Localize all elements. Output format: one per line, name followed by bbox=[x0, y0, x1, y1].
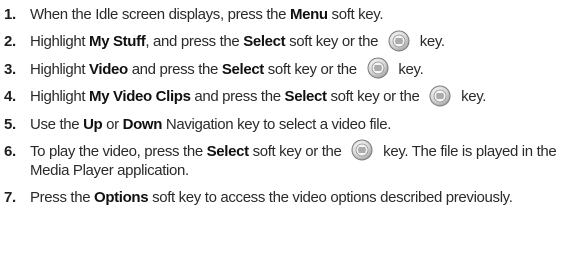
step-item: 3. Highlight Video and press the Select s… bbox=[4, 57, 568, 80]
step-number: 4. bbox=[4, 88, 16, 106]
step-text-run: Navigation key to select a video file. bbox=[162, 115, 392, 133]
step-number: 7. bbox=[4, 189, 16, 207]
step-number: 6. bbox=[4, 142, 16, 160]
step-text: Use the Up or Down Navigation key to sel… bbox=[30, 115, 568, 134]
step-text-run: When the Idle screen displays, press the bbox=[30, 6, 290, 23]
step-text-run: To play the video, press the bbox=[30, 142, 207, 160]
step-text-run: soft key or the bbox=[285, 33, 382, 50]
step-text: Highlight Video and press the Select sof… bbox=[30, 57, 568, 80]
step-text: Highlight My Video Clips and press the S… bbox=[30, 85, 568, 107]
step-number: 1. bbox=[4, 6, 16, 23]
step-emphasis: Down bbox=[122, 115, 163, 133]
step-text-run: soft key or the bbox=[263, 60, 361, 78]
ok-key-icon bbox=[351, 139, 373, 161]
step-item: 7. Press the Options soft key to access t… bbox=[4, 188, 568, 207]
step-text-run: Highlight bbox=[30, 88, 90, 106]
step-emphasis: My Stuff bbox=[89, 33, 146, 50]
step-text-run: key. bbox=[415, 33, 445, 50]
ok-key-icon bbox=[388, 30, 410, 52]
step-number: 5. bbox=[4, 115, 16, 133]
step-text-run: Highlight bbox=[30, 33, 90, 50]
step-item: 6. To play the video, press the Select so… bbox=[4, 139, 568, 181]
step-text-run: soft key to access the video options des… bbox=[148, 189, 513, 207]
step-emphasis: Video bbox=[89, 60, 128, 78]
step-text-run: , and press the bbox=[145, 33, 244, 50]
step-item: 1. When the Idle screen displays, press t… bbox=[4, 5, 568, 24]
step-emphasis: Options bbox=[94, 189, 149, 207]
step-text-run: and press the bbox=[127, 60, 222, 78]
step-text-run: key. bbox=[457, 88, 487, 106]
step-text-run: soft key or the bbox=[326, 88, 424, 106]
step-text: When the Idle screen displays, press the… bbox=[30, 5, 568, 24]
step-text-run: Highlight bbox=[30, 60, 90, 78]
step-emphasis: Up bbox=[83, 115, 103, 133]
step-text-run: Use the bbox=[30, 115, 84, 133]
step-text-run: soft key. bbox=[327, 6, 384, 23]
step-item: 5. Use the Up or Down Navigation key to s… bbox=[4, 115, 568, 134]
step-emphasis: My Video Clips bbox=[89, 88, 191, 106]
step-emphasis: Select bbox=[206, 142, 249, 160]
ok-key-icon bbox=[429, 85, 451, 107]
step-emphasis: Select bbox=[284, 88, 327, 106]
step-number: 3. bbox=[4, 60, 16, 78]
step-emphasis: Select bbox=[243, 33, 286, 50]
step-emphasis: Menu bbox=[289, 6, 328, 23]
step-text-run: soft key or the bbox=[248, 142, 346, 160]
step-text: To play the video, press the Select soft… bbox=[30, 139, 568, 181]
step-text: Highlight My Stuff, and press the Select… bbox=[30, 30, 568, 52]
instruction-steps: 1. When the Idle screen displays, press t… bbox=[4, 5, 568, 215]
step-number: 2. bbox=[4, 33, 16, 50]
step-emphasis: Select bbox=[221, 60, 264, 78]
step-text-run: key. bbox=[394, 60, 424, 78]
step-text-run: or bbox=[102, 115, 123, 133]
step-text-run: and press the bbox=[190, 88, 285, 106]
ok-key-icon bbox=[367, 57, 389, 79]
step-text-run: Press the bbox=[30, 189, 95, 207]
step-item: 4. Highlight My Video Clips and press the… bbox=[4, 85, 568, 107]
step-item: 2. Highlight My Stuff, and press the Sele… bbox=[4, 30, 568, 52]
step-text: Press the Options soft key to access the… bbox=[30, 188, 568, 207]
